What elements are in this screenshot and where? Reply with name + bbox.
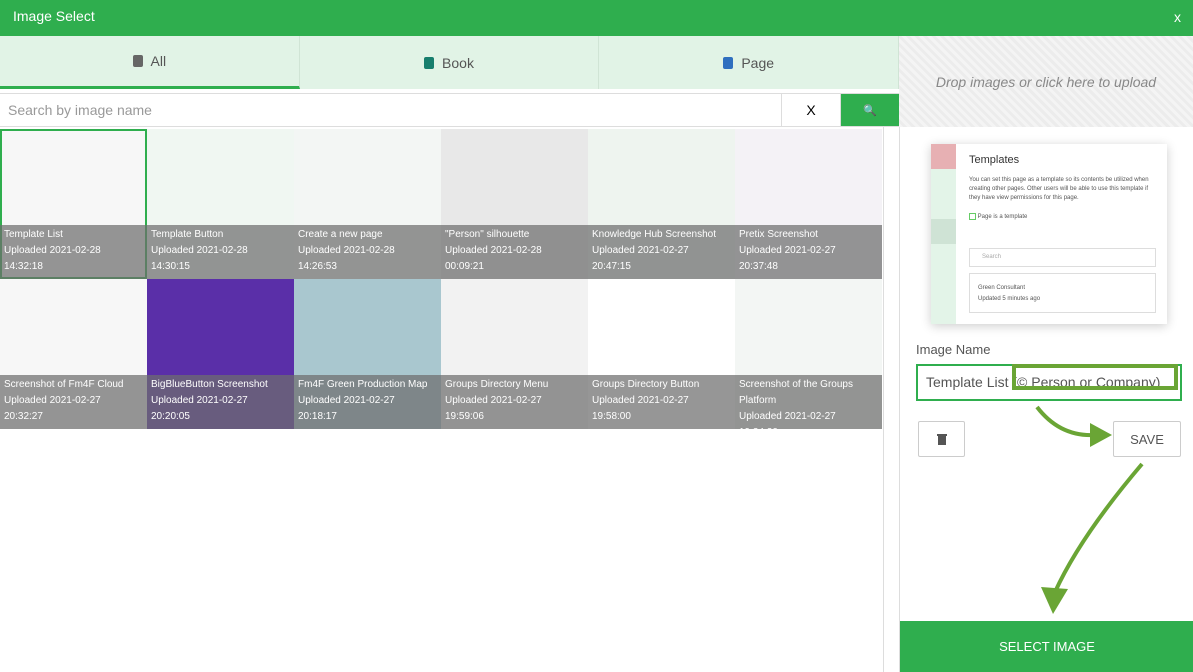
book-icon: [424, 56, 435, 69]
image-time: 19:59:06: [445, 411, 484, 422]
search-bar: X 🔍: [0, 93, 899, 127]
tab-label: All: [150, 53, 167, 69]
image-name-label: Image Name: [916, 342, 991, 357]
image-name: Screenshot of Fm4F Cloud: [4, 379, 124, 390]
image-grid: Template List Uploaded 2021-02-28 14:32:18…: [0, 129, 883, 429]
save-button[interactable]: SAVE: [1113, 421, 1181, 457]
image-name: Knowledge Hub Screenshot: [592, 229, 716, 240]
image-time: 20:32:27: [4, 411, 43, 422]
tab-page[interactable]: Page: [599, 36, 900, 89]
image-uploaded: Uploaded 2021-02-27: [4, 395, 101, 406]
search-input[interactable]: [0, 94, 781, 126]
preview-item-updated: Updated 5 minutes ago: [978, 296, 1041, 302]
preview-checkbox: Page is a template: [977, 214, 1028, 221]
preview-title: Templates: [969, 154, 1020, 166]
image-uploaded: Uploaded 2021-02-28: [298, 245, 395, 256]
images-icon: [132, 55, 143, 67]
image-thumbnail[interactable]: "Person" silhouette Uploaded 2021-02-28 00…: [441, 129, 588, 279]
delete-button[interactable]: [918, 421, 965, 457]
image-time: 20:47:15: [592, 261, 631, 272]
image-thumbnail[interactable]: Pretix Screenshot Uploaded 2021-02-27 20:3…: [735, 129, 882, 279]
image-caption: Create a new page Uploaded 2021-02-28 14:2…: [294, 225, 441, 279]
tab-label: Book: [442, 54, 474, 71]
preview-item-name: Green Consultant: [978, 285, 1026, 291]
image-uploaded: Uploaded 2021-02-27: [445, 395, 542, 406]
image-time: 20:20:05: [151, 411, 190, 422]
image-name-input[interactable]: Template List (© Person or Company): [916, 364, 1182, 401]
image-name: Fm4F Green Production Map: [298, 379, 428, 390]
image-time: 20:37:48: [739, 261, 778, 272]
image-caption: BigBlueButton Screenshot Uploaded 2021-02…: [147, 375, 294, 429]
tab-book[interactable]: Book: [300, 36, 600, 89]
image-uploaded: Uploaded 2021-02-27: [739, 411, 836, 422]
upload-text: Drop images or click here to upload: [935, 73, 1157, 90]
trash-icon: [936, 434, 947, 445]
image-caption: Fm4F Green Production Map Uploaded 2021-0…: [294, 375, 441, 429]
image-thumbnail[interactable]: Template Button Uploaded 2021-02-28 14:30:…: [147, 129, 294, 279]
image-uploaded: Uploaded 2021-02-27: [592, 245, 689, 256]
clear-search-button[interactable]: X: [781, 94, 840, 126]
annotation-highlight: [1012, 364, 1178, 390]
image-time: 14:32:18: [4, 261, 43, 272]
image-thumbnail[interactable]: Groups Directory Menu Uploaded 2021-02-27…: [441, 279, 588, 429]
image-tabs: All Book Page: [0, 36, 900, 89]
image-uploaded: Uploaded 2021-02-27: [151, 395, 248, 406]
image-caption: "Person" silhouette Uploaded 2021-02-28 00…: [441, 225, 588, 279]
search-button[interactable]: 🔍: [840, 94, 899, 126]
preview-desc: You can set this page as a template so i…: [969, 177, 1149, 201]
preview-search: Search: [969, 248, 1156, 267]
image-caption: Template Button Uploaded 2021-02-28 14:30:…: [147, 225, 294, 279]
image-thumbnail[interactable]: Screenshot of the Groups Platform Uploade…: [735, 279, 882, 429]
image-caption: Screenshot of Fm4F Cloud Uploaded 2021-02…: [0, 375, 147, 429]
image-name: Screenshot of the Groups Platform: [739, 379, 853, 406]
image-uploaded: Uploaded 2021-02-27: [592, 395, 689, 406]
image-name: Create a new page: [298, 229, 383, 240]
image-caption: Knowledge Hub Screenshot Uploaded 2021-02…: [588, 225, 735, 279]
image-uploaded: Uploaded 2021-02-28: [4, 245, 101, 256]
image-caption: Screenshot of the Groups Platform Uploade…: [735, 375, 882, 429]
image-caption: Groups Directory Menu Uploaded 2021-02-27…: [441, 375, 588, 429]
image-name: Template Button: [151, 229, 224, 240]
image-name: BigBlueButton Screenshot: [151, 379, 268, 390]
image-thumbnail[interactable]: Fm4F Green Production Map Uploaded 2021-0…: [294, 279, 441, 429]
image-name: Groups Directory Button: [592, 379, 700, 390]
tab-label: Page: [741, 54, 775, 71]
modal-title: Image Select: [13, 8, 95, 24]
image-name: Template List: [4, 229, 63, 240]
image-uploaded: Uploaded 2021-02-28: [151, 245, 248, 256]
select-image-button[interactable]: SELECT IMAGE: [900, 621, 1193, 672]
modal-header: Image Select x: [0, 0, 1193, 36]
image-caption: Pretix Screenshot Uploaded 2021-02-27 20:3…: [735, 225, 882, 279]
image-name: Pretix Screenshot: [739, 229, 818, 240]
divider: [883, 127, 884, 672]
page-icon: [723, 56, 734, 69]
tab-all[interactable]: All: [0, 36, 300, 89]
close-button[interactable]: x: [1174, 9, 1181, 25]
image-details-panel: Templates You can set this page as a tem…: [899, 127, 1193, 672]
image-time: 19:58:00: [592, 411, 631, 422]
image-thumbnail[interactable]: Create a new page Uploaded 2021-02-28 14:2…: [294, 129, 441, 279]
image-time: 00:09:21: [445, 261, 484, 272]
search-icon: 🔍: [863, 104, 877, 117]
image-thumbnail[interactable]: Template List Uploaded 2021-02-28 14:32:18: [0, 129, 147, 279]
image-time: 14:26:53: [298, 261, 337, 272]
image-thumbnail[interactable]: Screenshot of Fm4F Cloud Uploaded 2021-02…: [0, 279, 147, 429]
image-caption: Groups Directory Button Uploaded 2021-02-…: [588, 375, 735, 429]
image-preview: Templates You can set this page as a tem…: [931, 144, 1167, 324]
image-name: "Person" silhouette: [445, 229, 530, 240]
image-uploaded: Uploaded 2021-02-27: [298, 395, 395, 406]
image-caption: Template List Uploaded 2021-02-28 14:32:18: [0, 225, 147, 279]
image-time: 20:18:17: [298, 411, 337, 422]
image-thumbnail[interactable]: Knowledge Hub Screenshot Uploaded 2021-02…: [588, 129, 735, 279]
image-time: 14:30:15: [151, 261, 190, 272]
image-thumbnail[interactable]: Groups Directory Button Uploaded 2021-02-…: [588, 279, 735, 429]
image-thumbnail[interactable]: BigBlueButton Screenshot Uploaded 2021-02…: [147, 279, 294, 429]
image-time: 19:34:20: [739, 425, 878, 429]
image-uploaded: Uploaded 2021-02-27: [739, 245, 836, 256]
image-name: Groups Directory Menu: [445, 379, 549, 390]
image-uploaded: Uploaded 2021-02-28: [445, 245, 542, 256]
upload-dropzone[interactable]: Drop images or click here to upload: [899, 36, 1193, 127]
